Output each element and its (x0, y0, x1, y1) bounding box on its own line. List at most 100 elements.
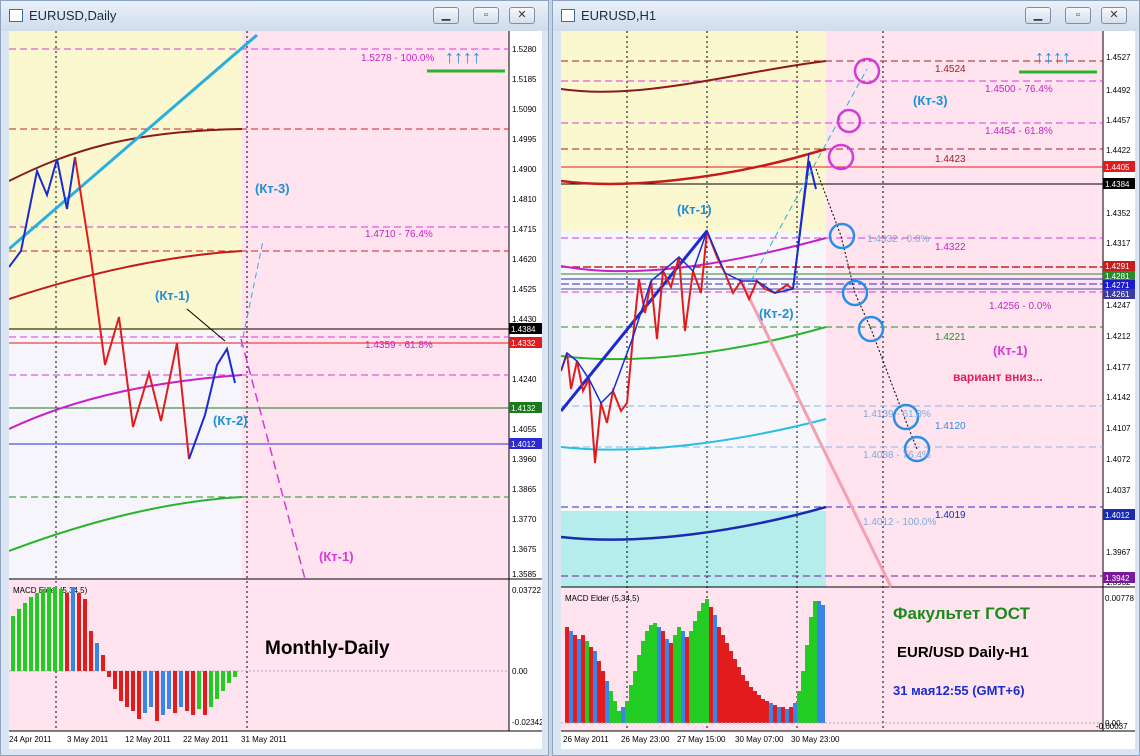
caption-monthly-daily: Monthly-Daily (265, 638, 390, 659)
price-tick: 1.4527 (1106, 53, 1131, 62)
left-chart-window[interactable]: EURUSD,Daily ▁ ▫ ✕ 1.5278 - 100.0% 1.471… (0, 0, 549, 756)
fib-label-100: 1.5278 - 100.0% (361, 53, 434, 64)
level-label: 1.4322 (935, 242, 966, 253)
price-tag: 1.4291 (1105, 262, 1130, 271)
price-tick: 1.4240 (512, 375, 537, 384)
price-tag: 1.4012 (1105, 511, 1130, 520)
price-tag: 1.4281 (1105, 272, 1130, 281)
wave-label-kt2: (Кт-2) (213, 413, 248, 428)
time-label: 30 May 07:00 (735, 735, 784, 744)
wave-label-kt1-alt: (Кт-1) (993, 343, 1028, 358)
price-tick: 1.4037 (1106, 486, 1131, 495)
right-chart-window[interactable]: EURUSD,H1 ▁ ▫ ✕ 1.4524 1.4500 - 76.4% 1.… (552, 0, 1140, 756)
price-tick: 1.4422 (1106, 146, 1131, 155)
minimize-button[interactable]: ▁ (433, 7, 459, 24)
price-tick: 1.5090 (512, 105, 537, 114)
wave-label-kt1: (Кт-1) (155, 288, 190, 303)
level-label: 1.4012 - 100.0% (863, 517, 936, 528)
price-tag: 1.4261 (1105, 290, 1130, 299)
price-tick: 1.4900 (512, 165, 537, 174)
macd-tick-bottom: -0.00037 (1096, 722, 1128, 731)
price-tick: 1.4317 (1106, 239, 1131, 248)
price-tick: 1.3960 (512, 455, 537, 464)
time-label: 26 May 2011 (563, 735, 609, 744)
close-button[interactable]: ✕ (1101, 7, 1127, 24)
level-label: 1.4500 - 76.4% (985, 84, 1053, 95)
time-label: 3 May 2011 (67, 735, 109, 744)
level-label: 1.4139 - 61.8% (863, 409, 931, 420)
left-window-title: EURUSD,Daily (29, 8, 117, 23)
level-label: 1.4256 - 0.0% (989, 301, 1051, 312)
price-tick: 1.3865 (512, 485, 537, 494)
price-tick: 1.4072 (1106, 455, 1131, 464)
level-label: 1.4454 - 61.8% (985, 126, 1053, 137)
price-tick: 1.4177 (1106, 363, 1131, 372)
variant-down-label: вариант вниз... (953, 370, 1043, 384)
caption-pair: EUR/USD Daily-H1 (897, 644, 1029, 661)
level-label: 1.4423 (935, 154, 966, 165)
macd-tick-zero: 0.00 (512, 667, 528, 676)
price-tick: 1.3967 (1106, 548, 1131, 557)
time-label: 30 May 23:00 (791, 735, 840, 744)
fib-label-76: 1.4710 - 76.4% (365, 229, 433, 240)
price-tag: 1.4271 (1105, 281, 1130, 290)
uptrend-arrows-icon: ↑↑↑↑ (445, 47, 481, 67)
restore-button[interactable]: ▫ (1065, 7, 1091, 24)
price-tick: 1.4055 (512, 425, 537, 434)
time-label: 24 Apr 2011 (9, 735, 52, 744)
chart-window-icon (561, 9, 575, 22)
price-tick: 1.4525 (512, 285, 537, 294)
price-tick: 1.3585 (512, 570, 537, 579)
minimize-button[interactable]: ▁ (1025, 7, 1051, 24)
right-time-axis: 26 May 2011 26 May 23:00 27 May 15:00 30… (563, 735, 840, 744)
price-tick: 1.4142 (1106, 393, 1131, 402)
price-tag-green: 1.4132 (511, 404, 536, 413)
macd-tick-top: 0.00778 (1105, 594, 1134, 603)
wave-label-kt1-down: (Кт-1) (319, 549, 354, 564)
right-titlebar[interactable]: EURUSD,H1 ▁ ▫ ✕ (553, 1, 1139, 31)
right-chart-area[interactable]: 1.4524 1.4500 - 76.4% 1.4454 - 61.8% 1.4… (561, 31, 1135, 749)
price-tick: 1.3770 (512, 515, 537, 524)
macd-tick-bottom: -0.02342 (512, 718, 542, 727)
macd-title: MACD Elder (5,34,5) (565, 594, 640, 603)
price-tick: 1.4995 (512, 135, 537, 144)
level-label: 1.4221 (935, 332, 966, 343)
left-time-axis: 24 Apr 2011 3 May 2011 12 May 2011 22 Ma… (9, 735, 287, 744)
time-label: 22 May 2011 (183, 735, 229, 744)
restore-button[interactable]: ▫ (473, 7, 499, 24)
price-tag: 1.3942 (1105, 574, 1130, 583)
price-tag-red: 1.4332 (511, 339, 536, 348)
price-tick: 1.3675 (512, 545, 537, 554)
price-tag: 1.4384 (1105, 180, 1130, 189)
time-label: 12 May 2011 (125, 735, 171, 744)
caption-faculty: Факультет ГОСТ (893, 604, 1031, 623)
level-label: 1.4524 (935, 64, 966, 75)
price-tick: 1.4107 (1106, 424, 1131, 433)
close-button[interactable]: ✕ (509, 7, 535, 24)
left-chart-area[interactable]: 1.5278 - 100.0% 1.4710 - 76.4% 1.4359 - … (9, 31, 542, 749)
wave-label-kt1: (Кт-1) (677, 202, 712, 217)
price-tick: 1.4212 (1106, 332, 1131, 341)
level-label: 1.4332 - 0.0% (867, 234, 929, 245)
price-tick: 1.4352 (1106, 209, 1131, 218)
price-tick: 1.4430 (512, 315, 537, 324)
left-titlebar[interactable]: EURUSD,Daily ▁ ▫ ✕ (1, 1, 548, 31)
price-tag: 1.4405 (1105, 163, 1130, 172)
price-tick: 1.5185 (512, 75, 537, 84)
time-label: 26 May 23:00 (621, 735, 670, 744)
price-tick: 1.5280 (512, 45, 537, 54)
time-label: 31 May 2011 (241, 735, 287, 744)
wave-label-kt2: (Кт-2) (759, 306, 794, 321)
wave-label-kt3: (Кт-3) (913, 93, 948, 108)
level-label: 1.4088 - 76.4% (863, 450, 931, 461)
price-tag-blue: 1.4012 (511, 440, 536, 449)
price-tick: 1.4810 (512, 195, 537, 204)
uptrend-arrows-icon: ↑↑↑↑ (1035, 47, 1071, 67)
price-tick: 1.4715 (512, 225, 537, 234)
macd-tick-top: 0.03722 (512, 586, 541, 595)
price-tick: 1.4620 (512, 255, 537, 264)
caption-date: 31 мая12:55 (GMT+6) (893, 683, 1025, 698)
price-tag-current: 1.4384 (511, 325, 536, 334)
price-tick: 1.4247 (1106, 301, 1131, 310)
right-window-title: EURUSD,H1 (581, 8, 657, 23)
